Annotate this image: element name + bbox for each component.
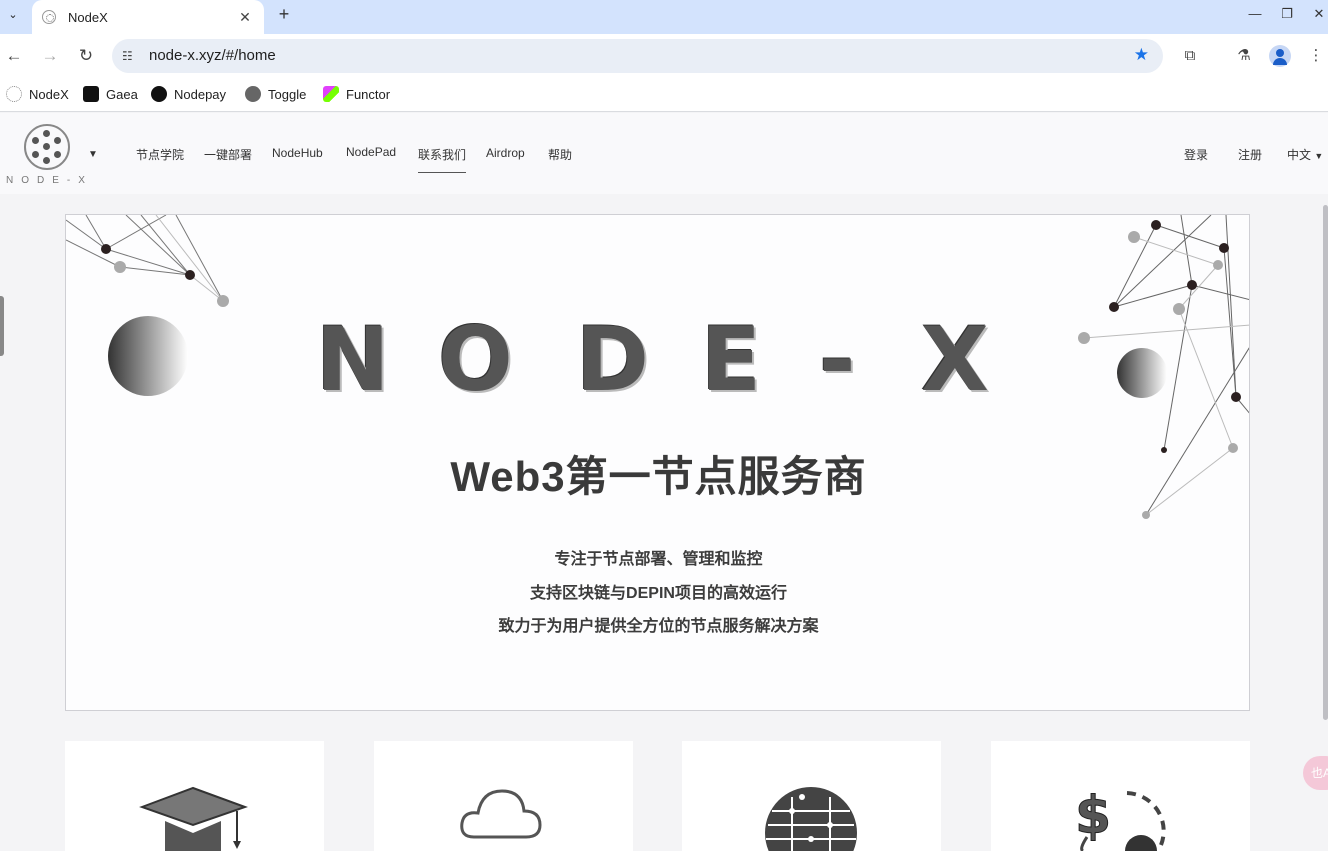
tab-close-icon[interactable]: ✕ [236, 9, 254, 26]
language-select[interactable]: 中文 ▼ [1287, 146, 1323, 163]
feature-card-cloud[interactable] [374, 741, 633, 851]
minimize-icon[interactable]: — [1245, 4, 1265, 24]
bookmark-functor[interactable]: Functor [323, 84, 390, 104]
bookmark-nodepay[interactable]: Nodepay [151, 84, 226, 104]
nav-one-click-deploy[interactable]: 一键部署 [204, 146, 252, 163]
bookmark-nodex[interactable]: NodeX [6, 84, 69, 104]
bookmark-label: Nodepay [174, 86, 227, 102]
url-text[interactable]: node-x.xyz/#/home [149, 47, 276, 64]
nav-nodepad[interactable]: NodePad [346, 145, 396, 159]
nav-academy[interactable]: 节点学院 [136, 146, 184, 163]
back-arrow-icon[interactable]: ← [3, 45, 25, 67]
globe-bookmark-icon [245, 86, 261, 102]
hero-letter: N [316, 308, 390, 411]
nav-nodehub[interactable]: NodeHub [272, 146, 323, 160]
hero-letter: - [819, 308, 856, 411]
dollar-coin-icon: $ [1075, 786, 1166, 851]
site-settings-icon[interactable]: ☷ [122, 47, 138, 65]
functor-bookmark-icon [323, 86, 339, 102]
browser-tabstrip: ⌄ NodeX ✕ + — ❐ ✕ [0, 0, 1328, 34]
page-scrollbar[interactable] [1323, 205, 1328, 720]
bookmark-label: NodeX [29, 86, 69, 102]
hero-letter: E [701, 308, 762, 411]
nav-contact-us[interactable]: 联系我们 [418, 146, 467, 173]
nodepay-bookmark-icon [151, 86, 167, 102]
nodex-favicon-icon [42, 10, 56, 24]
profile-avatar-icon[interactable] [1269, 45, 1291, 67]
window-close-icon[interactable]: ✕ [1309, 4, 1328, 24]
cloud-icon [460, 789, 542, 839]
language-label: 中文 [1287, 148, 1312, 162]
bookmarks-bar: NodeX Gaea Nodepay Toggle Functor [0, 78, 1328, 112]
gradient-sphere-right [1117, 348, 1167, 398]
floating-assistant-badge[interactable]: 也A [1303, 756, 1328, 790]
side-drawer-handle[interactable] [0, 296, 4, 356]
tab-search-chevron-icon[interactable]: ⌄ [2, 3, 24, 25]
hero-title: Web3第一节点服务商 [450, 453, 867, 500]
address-bar[interactable]: ☷ node-x.xyz/#/home ★ [112, 39, 1163, 73]
bookmark-star-icon[interactable]: ★ [1134, 45, 1149, 65]
logo-dropdown-caret-icon[interactable]: ▼ [88, 149, 98, 160]
feature-card-finance[interactable]: $ [991, 741, 1250, 851]
tab-title: NodeX [68, 9, 108, 25]
nodex-bookmark-icon [6, 86, 22, 102]
logo-wordmark: NODE-X [6, 175, 93, 186]
browser-toolbar: ← → ↻ ☷ node-x.xyz/#/home ★ ⧉ ⚗ ⋮ [0, 34, 1328, 78]
bookmark-label: Toggle [268, 86, 307, 102]
forward-arrow-icon[interactable]: → [39, 45, 61, 67]
feature-card-academy[interactable] [65, 741, 324, 851]
hero-letter: O [438, 308, 513, 411]
kebab-menu-icon[interactable]: ⋮ [1305, 45, 1327, 67]
gaea-bookmark-icon [83, 86, 99, 102]
hero-tagline: 致力于为用户提供全方位的节点服务解决方案 [498, 618, 819, 635]
language-caret-icon: ▼ [1314, 151, 1324, 161]
register-link[interactable]: 注册 [1238, 146, 1262, 163]
hero-banner: N O D E - X Web3第一节点服务商 专注于节点部署、管理和监控 支持… [65, 214, 1250, 711]
nav-airdrop[interactable]: Airdrop [486, 146, 525, 160]
new-tab-plus-icon[interactable]: + [274, 4, 294, 24]
feature-card-tech[interactable] [682, 741, 941, 851]
bookmark-label: Functor [346, 86, 391, 102]
site-header: NODE-X ▼ 节点学院 一键部署 NodeHub NodePad 联系我们 … [0, 113, 1328, 194]
graduation-cap-icon [139, 786, 248, 851]
bookmark-toggle[interactable]: Toggle [245, 84, 306, 104]
network-decoration-left [66, 215, 229, 307]
hero-letter: X [921, 308, 989, 411]
circuit-brain-icon [765, 787, 857, 851]
restore-icon[interactable]: ❐ [1277, 4, 1297, 24]
nodex-logo-icon[interactable] [24, 124, 70, 170]
labs-flask-icon[interactable]: ⚗ [1233, 45, 1255, 67]
hero-tagline: 专注于节点部署、管理和监控 [554, 551, 763, 568]
gradient-sphere-left [108, 316, 188, 396]
browser-tab[interactable]: NodeX ✕ [32, 0, 264, 34]
login-link[interactable]: 登录 [1184, 146, 1208, 163]
hero-wordmark: N O D E - X [316, 315, 1016, 405]
hero-tagline: 支持区块链与DEPIN项目的高效运行 [530, 585, 787, 602]
svg-text:$: $ [1075, 786, 1111, 846]
hero-letter: D [576, 308, 650, 411]
bookmark-gaea[interactable]: Gaea [83, 84, 138, 104]
nav-help[interactable]: 帮助 [548, 146, 572, 163]
bookmark-label: Gaea [106, 86, 138, 102]
reload-icon[interactable]: ↻ [75, 45, 97, 67]
extensions-puzzle-icon[interactable]: ⧉ [1179, 45, 1201, 67]
